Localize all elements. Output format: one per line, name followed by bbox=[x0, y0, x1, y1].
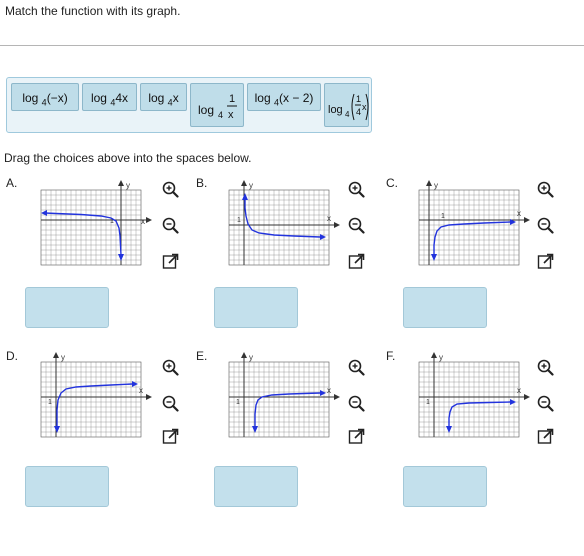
zoom-out-button[interactable] bbox=[537, 395, 554, 412]
svg-text:1: 1 bbox=[229, 93, 235, 105]
grid bbox=[40, 189, 142, 266]
x-axis-label: x bbox=[517, 386, 521, 395]
zoom-out-button[interactable] bbox=[348, 217, 365, 234]
tick-label: 1 bbox=[236, 399, 240, 406]
svg-text:4: 4 bbox=[356, 107, 361, 117]
svg-text:4: 4 bbox=[218, 110, 223, 120]
curve bbox=[41, 210, 124, 261]
drop-zone-b[interactable] bbox=[214, 287, 298, 328]
zoom-in-button[interactable] bbox=[348, 181, 365, 198]
graph-label-e: E. bbox=[196, 349, 208, 363]
graph-label-b: B. bbox=[196, 176, 208, 190]
zoom-out-icon bbox=[537, 395, 554, 412]
y-axis-label: y bbox=[61, 353, 65, 362]
graph-label-f: F. bbox=[386, 349, 396, 363]
zoom-out-icon bbox=[348, 217, 365, 234]
svg-text:log: log bbox=[328, 104, 343, 116]
x-axis-label: x bbox=[327, 386, 331, 395]
zoom-in-button[interactable] bbox=[348, 359, 365, 376]
zoom-out-button[interactable] bbox=[162, 217, 179, 234]
graph-f: y x 1 bbox=[418, 352, 530, 438]
expand-icon bbox=[162, 253, 179, 269]
axes bbox=[229, 180, 340, 265]
zoom-out-icon bbox=[348, 395, 365, 412]
drop-zone-c[interactable] bbox=[403, 287, 487, 328]
choice-log4-neg-x[interactable]: log 4(−x) bbox=[11, 83, 79, 111]
drag-instruction: Drag the choices above into the spaces b… bbox=[4, 151, 252, 165]
expand-icon bbox=[162, 428, 179, 444]
zoom-out-button[interactable] bbox=[162, 395, 179, 412]
expand-button[interactable] bbox=[348, 253, 365, 270]
y-axis-label: y bbox=[126, 181, 130, 190]
zoom-in-icon bbox=[348, 181, 365, 198]
y-axis-label: y bbox=[249, 181, 253, 190]
svg-text:1: 1 bbox=[356, 94, 361, 104]
choices-tray: log 4(−x) log 44x log 4x log 4 1 x log 4… bbox=[6, 77, 372, 133]
expand-icon bbox=[537, 428, 554, 444]
graph-label-c: C. bbox=[386, 176, 398, 190]
graph-b: y x 1 bbox=[228, 180, 340, 266]
zoom-out-icon bbox=[537, 217, 554, 234]
expand-button[interactable] bbox=[537, 253, 554, 270]
y-axis-label: y bbox=[249, 353, 253, 362]
zoom-in-button[interactable] bbox=[537, 359, 554, 376]
expand-icon bbox=[348, 428, 365, 444]
graph-label-a: A. bbox=[6, 176, 18, 190]
choice-log4-quarter-x[interactable]: log 4 1 4 x bbox=[324, 83, 369, 127]
zoom-out-icon bbox=[162, 395, 179, 412]
zoom-in-icon bbox=[537, 359, 554, 376]
expand-button[interactable] bbox=[162, 253, 179, 270]
divider bbox=[0, 45, 584, 46]
x-axis-label: x bbox=[517, 209, 521, 218]
expand-icon bbox=[348, 253, 365, 269]
expand-button[interactable] bbox=[348, 428, 365, 445]
zoom-in-icon bbox=[537, 181, 554, 198]
choice-log4-x[interactable]: log 4x bbox=[140, 83, 187, 111]
zoom-out-button[interactable] bbox=[348, 395, 365, 412]
tick-label: 1 bbox=[426, 399, 430, 406]
choice-log4-one-over-x[interactable]: log 4 1 x bbox=[190, 83, 244, 127]
tick-label: 1 bbox=[48, 399, 52, 406]
zoom-in-button[interactable] bbox=[537, 181, 554, 198]
x-axis-label: x bbox=[139, 386, 143, 395]
choice-log4-x-minus-2[interactable]: log 4(x − 2) bbox=[247, 83, 321, 111]
log4-one-over-x-text: log 4 1 x bbox=[198, 93, 237, 121]
curve bbox=[446, 399, 516, 433]
zoom-out-icon bbox=[162, 217, 179, 234]
expand-button[interactable] bbox=[162, 428, 179, 445]
svg-text:log: log bbox=[198, 103, 214, 117]
axes bbox=[41, 180, 152, 265]
zoom-in-icon bbox=[348, 359, 365, 376]
drop-zone-a[interactable] bbox=[25, 287, 109, 328]
expand-icon bbox=[537, 253, 554, 269]
graph-label-d: D. bbox=[6, 349, 18, 363]
tick-label: 1 bbox=[441, 213, 445, 220]
axes bbox=[419, 352, 530, 437]
expand-button[interactable] bbox=[537, 428, 554, 445]
y-axis-label: y bbox=[439, 353, 443, 362]
zoom-in-icon bbox=[162, 181, 179, 198]
svg-text:x: x bbox=[362, 102, 367, 112]
x-axis-label: x bbox=[327, 214, 331, 223]
drop-zone-d[interactable] bbox=[25, 466, 109, 507]
y-axis-label: y bbox=[434, 181, 438, 190]
log4-quarter-x-text: log 4 1 4 x bbox=[328, 93, 369, 121]
graph-a: y x 1 bbox=[40, 180, 152, 266]
zoom-in-button[interactable] bbox=[162, 359, 179, 376]
svg-text:x: x bbox=[228, 109, 234, 121]
zoom-in-icon bbox=[162, 359, 179, 376]
prompt: Match the function with its graph. bbox=[5, 4, 181, 18]
drop-zone-f[interactable] bbox=[403, 466, 487, 507]
graph-d: y x 1 bbox=[40, 352, 152, 438]
graph-e: y x 1 bbox=[228, 352, 340, 438]
zoom-out-button[interactable] bbox=[537, 217, 554, 234]
zoom-in-button[interactable] bbox=[162, 181, 179, 198]
x-axis-label: x bbox=[141, 217, 145, 226]
drop-zone-e[interactable] bbox=[214, 466, 298, 507]
svg-text:4: 4 bbox=[345, 110, 350, 119]
choice-log4-4x[interactable]: log 44x bbox=[82, 83, 137, 111]
graph-c: y x 1 bbox=[418, 180, 530, 266]
tick-label: 1 bbox=[237, 217, 241, 224]
